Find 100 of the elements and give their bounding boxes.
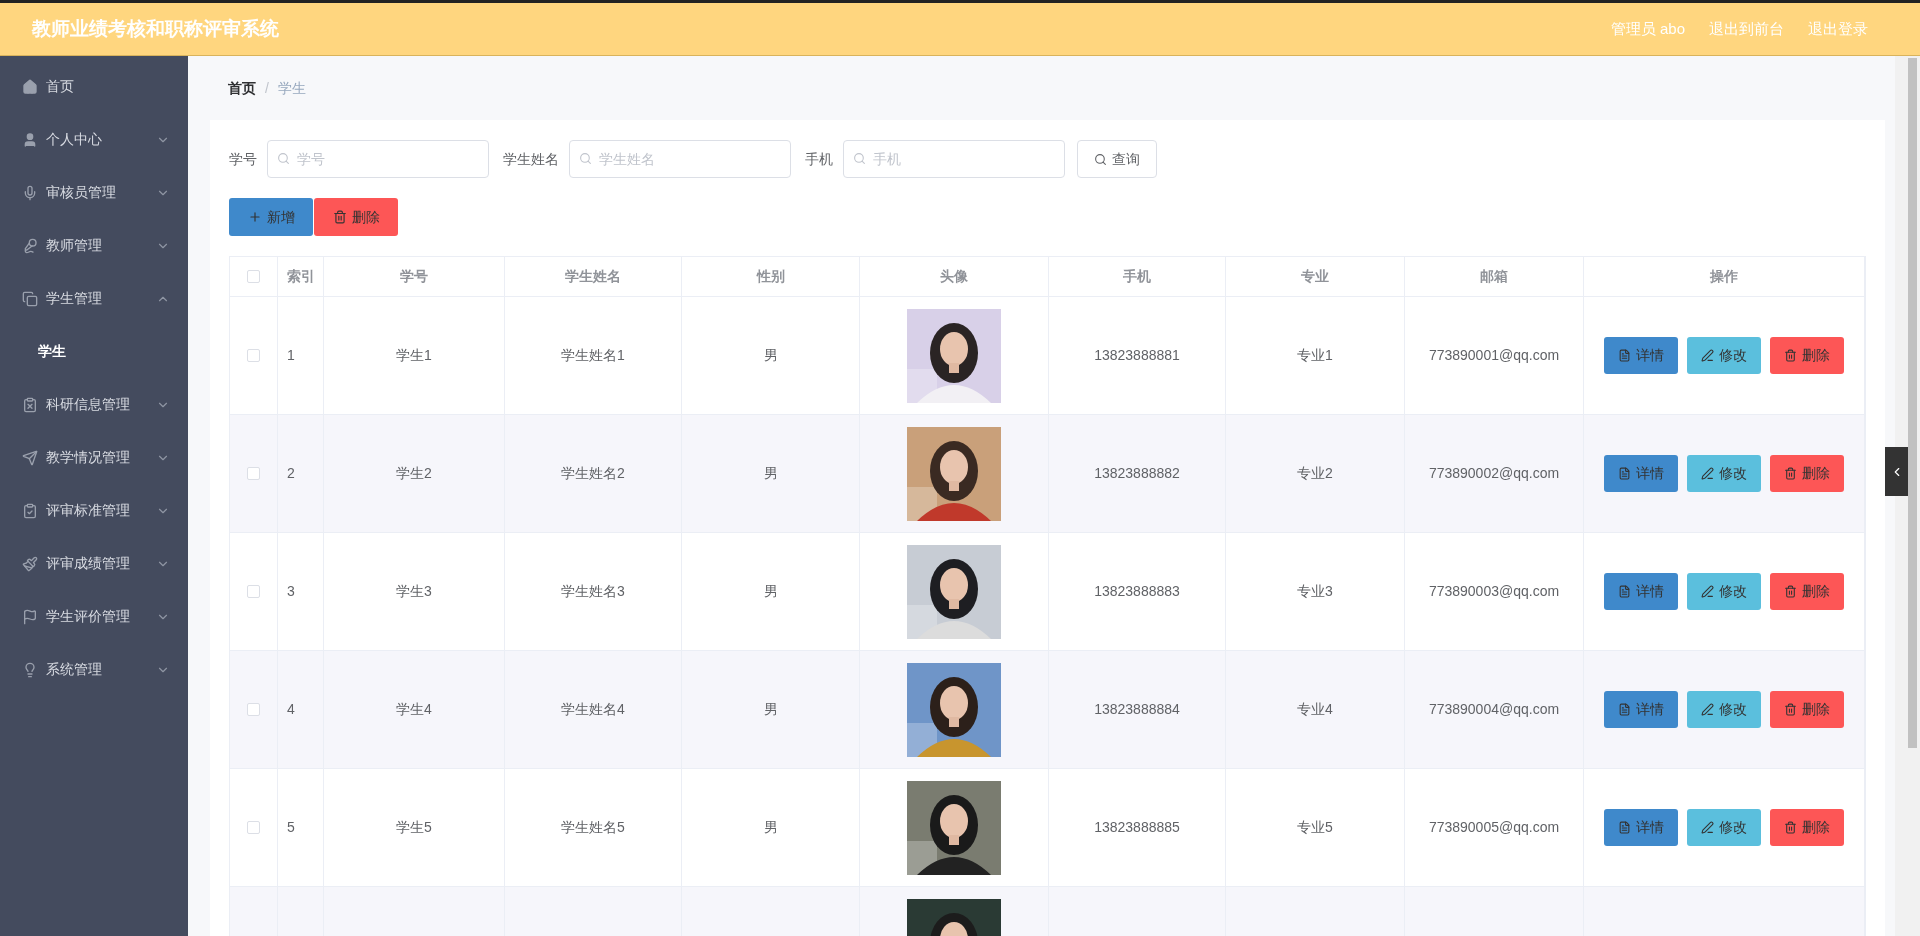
search-icon — [853, 152, 866, 165]
field-label: 手机 — [805, 149, 833, 169]
home-icon — [22, 78, 38, 95]
search-field[interactable]: 手机 — [843, 140, 1065, 178]
sidebar-item[interactable]: 学生管理 — [0, 272, 188, 325]
pencil-icon — [1701, 821, 1714, 834]
row-action-button[interactable]: 修改 — [1687, 573, 1761, 610]
table-cell-text: 学生3 — [396, 582, 432, 601]
column-header: 操作 — [1710, 267, 1738, 286]
trash-icon — [1784, 467, 1797, 480]
sidebar-subitem[interactable]: 学生 — [0, 325, 188, 378]
table-cell-text: 专业3 — [1297, 582, 1333, 601]
row-action-button[interactable]: 修改 — [1687, 691, 1761, 728]
microphone-icon — [22, 237, 38, 254]
table-cell-text: 男 — [763, 346, 778, 365]
table-cell-text: 1 — [287, 346, 295, 365]
microphone-icon — [22, 184, 38, 201]
clipboard-check-icon — [22, 502, 38, 519]
pencil-icon — [1701, 585, 1714, 598]
row-action-button[interactable]: 详情 — [1604, 573, 1678, 610]
sidebar-item[interactable]: 评审成绩管理 — [0, 537, 188, 590]
table-cell-text: 3 — [287, 582, 295, 601]
checkbox[interactable] — [247, 821, 260, 834]
row-action-button[interactable]: 详情 — [1604, 337, 1678, 374]
pencil-icon — [1701, 703, 1714, 716]
table-cell-text: 专业1 — [1297, 346, 1333, 365]
table-cell-text: 13823888885 — [1094, 818, 1180, 837]
checkbox[interactable] — [247, 270, 260, 283]
column-header: 专业 — [1301, 267, 1329, 286]
row-action-button[interactable]: 删除 — [1770, 573, 1844, 610]
table-cell-text: 5 — [287, 818, 295, 837]
sidebar-item[interactable]: 科研信息管理 — [0, 378, 188, 431]
search-icon — [277, 152, 290, 165]
table-cell-text: 学生2 — [396, 464, 432, 483]
row-action-button[interactable]: 详情 — [1604, 455, 1678, 492]
sidebar-item[interactable]: 系统管理 — [0, 643, 188, 696]
lightbulb-icon — [22, 661, 38, 678]
brush-icon — [22, 555, 38, 572]
row-action-button[interactable]: 删除 — [1770, 455, 1844, 492]
trash-icon — [332, 210, 347, 224]
row-action-button[interactable]: 修改 — [1687, 455, 1761, 492]
copy-icon — [22, 290, 38, 307]
column-header: 手机 — [1123, 267, 1151, 286]
document-icon — [1618, 821, 1631, 834]
sidebar-item[interactable]: 个人中心 — [0, 113, 188, 166]
row-action-button[interactable]: 修改 — [1687, 337, 1761, 374]
breadcrumb-item[interactable]: 首页 — [228, 77, 256, 99]
sidebar-item[interactable]: 评审标准管理 — [0, 484, 188, 537]
checkbox[interactable] — [247, 349, 260, 362]
breadcrumb-item: 学生 — [277, 78, 306, 98]
row-action-button[interactable]: 删除 — [1770, 337, 1844, 374]
column-header: 邮箱 — [1480, 267, 1508, 286]
row-action-button[interactable]: 删除 — [1770, 809, 1844, 846]
table-cell-text: 773890003@qq.com — [1428, 582, 1560, 601]
row-action-button[interactable]: 修改 — [1687, 809, 1761, 846]
flag-icon — [22, 608, 38, 625]
add-button[interactable]: 新增 — [229, 198, 313, 236]
query-button[interactable]: 查询 — [1077, 140, 1157, 178]
pencil-icon — [1701, 349, 1714, 362]
table-cell-text: 13823888883 — [1094, 582, 1180, 601]
table-cell-text: 773890001@qq.com — [1428, 346, 1560, 365]
table-cell-text: 学生姓名1 — [561, 346, 625, 365]
column-header: 学生姓名 — [565, 267, 621, 286]
table-cell-text: 学生1 — [396, 346, 432, 365]
checkbox[interactable] — [247, 703, 260, 716]
sidebar-item[interactable]: 学生评价管理 — [0, 590, 188, 643]
sidebar-item[interactable]: 首页 — [0, 60, 188, 113]
side-drawer-tab[interactable] — [1885, 447, 1909, 496]
checkbox[interactable] — [247, 585, 260, 598]
trash-icon — [1784, 349, 1797, 362]
checkbox[interactable] — [247, 467, 260, 480]
sidebar-label: 教学情况管理 — [46, 448, 130, 467]
sidebar-label: 学生评价管理 — [46, 607, 130, 626]
delete-button[interactable]: 删除 — [314, 198, 398, 236]
table-cell-text: 773890002@qq.com — [1428, 464, 1560, 483]
table-cell-text: 773890004@qq.com — [1428, 700, 1560, 719]
table-cell-text: 13823888882 — [1094, 464, 1180, 483]
sidebar-label: 首页 — [46, 77, 74, 96]
row-action-button[interactable]: 详情 — [1604, 809, 1678, 846]
table-cell-text: 男 — [763, 818, 778, 837]
row-action-button[interactable]: 删除 — [1770, 691, 1844, 728]
table-cell-text: 13823888881 — [1094, 346, 1180, 365]
table-cell-text: 男 — [763, 700, 778, 719]
table-cell-text: 学生姓名3 — [561, 582, 625, 601]
field-label: 学号 — [229, 149, 257, 169]
sidebar-item[interactable]: 教师管理 — [0, 219, 188, 272]
sidebar-label: 教师管理 — [46, 236, 102, 255]
sidebar-item[interactable]: 教学情况管理 — [0, 431, 188, 484]
search-field[interactable]: 学号 — [267, 140, 489, 178]
field-label: 学生姓名 — [503, 149, 559, 169]
sidebar-label: 审核员管理 — [46, 183, 116, 202]
sidebar-item[interactable]: 审核员管理 — [0, 166, 188, 219]
column-header: 索引 — [286, 267, 315, 286]
row-action-button[interactable]: 详情 — [1604, 691, 1678, 728]
search-field[interactable]: 学生姓名 — [569, 140, 791, 178]
sidebar-label: 科研信息管理 — [46, 395, 130, 414]
sidebar-label: 评审标准管理 — [46, 501, 130, 520]
column-header: 头像 — [940, 267, 968, 286]
document-icon — [1618, 349, 1631, 362]
table-cell-text: 773890005@qq.com — [1428, 818, 1560, 837]
